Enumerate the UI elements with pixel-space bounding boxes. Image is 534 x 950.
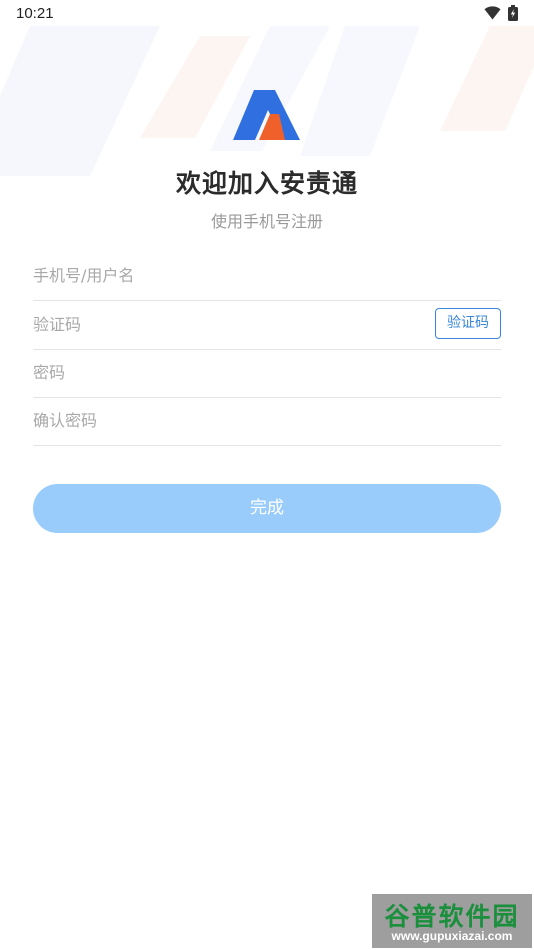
phone-field <box>33 252 501 301</box>
confirm-password-input[interactable] <box>33 397 423 444</box>
page-title: 欢迎加入安责通 <box>175 169 358 198</box>
confirm-password-field <box>33 397 501 446</box>
watermark: 谷普软件园 www.gupuxiazai.com <box>372 894 532 948</box>
get-code-button[interactable]: 验证码 <box>435 308 501 339</box>
page-subtitle: 使用手机号注册 <box>210 212 323 231</box>
verification-code-field: 验证码 <box>33 301 501 350</box>
status-bar: 10:21 <box>0 0 534 28</box>
submit-button[interactable]: 完成 <box>33 484 501 533</box>
password-field <box>33 349 501 398</box>
app-logo-icon <box>233 90 300 140</box>
verification-code-input[interactable] <box>33 301 423 348</box>
phone-input[interactable] <box>33 252 423 299</box>
wifi-icon <box>484 6 501 20</box>
battery-charging-icon <box>508 5 518 21</box>
status-time: 10:21 <box>16 5 54 22</box>
watermark-url: www.gupuxiazai.com <box>391 929 513 943</box>
password-input[interactable] <box>33 349 423 396</box>
watermark-name: 谷普软件园 <box>384 902 520 931</box>
